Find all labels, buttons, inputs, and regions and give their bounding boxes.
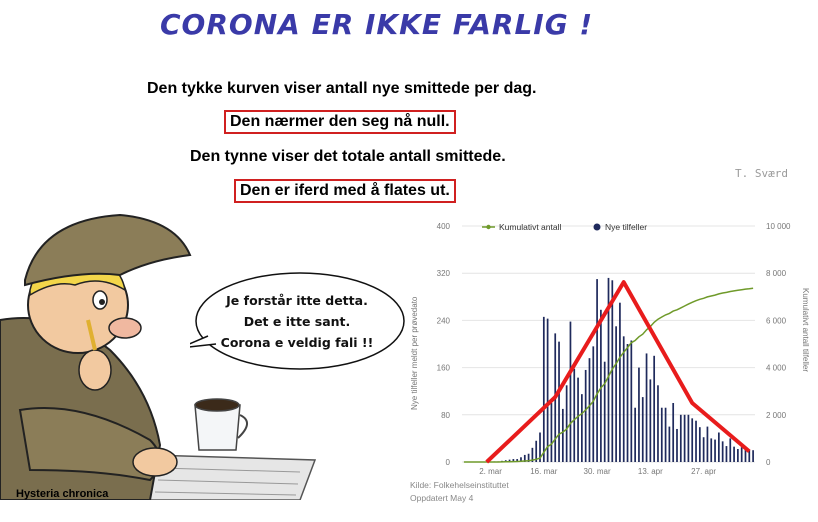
bar-series-new-cases xyxy=(493,277,754,462)
bar-new-cases xyxy=(733,446,735,462)
bar-new-cases xyxy=(558,341,560,462)
bar-new-cases xyxy=(737,449,739,462)
bar-new-cases xyxy=(717,432,720,462)
bar-new-cases xyxy=(710,438,713,462)
bar-new-cases xyxy=(695,420,697,462)
bar-new-cases xyxy=(664,407,667,462)
bar-new-cases xyxy=(653,355,656,462)
covid-cases-chart: 0 80 160 240 320 400 0 2 000 4 000 6 000 8 000 10 … xyxy=(410,222,810,476)
bar-new-cases xyxy=(569,321,572,462)
bar-new-cases xyxy=(577,377,579,462)
speech-line: Je forstår itte detta. xyxy=(226,293,368,308)
bar-new-cases xyxy=(698,427,701,462)
bar-new-cases xyxy=(592,346,595,462)
bar-new-cases xyxy=(740,447,743,462)
right-tick-label: 4 000 xyxy=(766,364,787,373)
legend-swatch-new-cases xyxy=(593,223,601,231)
bar-new-cases xyxy=(706,426,709,462)
bar-new-cases xyxy=(630,340,633,462)
bar-new-cases xyxy=(550,403,553,462)
caption-approaching-zero: Den nærmer den seg nå null. xyxy=(224,110,456,134)
bar-new-cases xyxy=(596,279,598,462)
cartoon-caption: Hysteria chronica xyxy=(16,488,109,500)
chart-updated: Oppdatert May 4 xyxy=(410,493,474,503)
bar-new-cases xyxy=(638,367,640,462)
bar-new-cases xyxy=(660,407,663,462)
bar-new-cases xyxy=(581,394,583,462)
bar-new-cases xyxy=(721,441,724,462)
bar-new-cases xyxy=(565,385,568,462)
bar-new-cases xyxy=(725,446,728,462)
speech-line: Det e itte sant. xyxy=(243,314,351,329)
right-tick-label: 8 000 xyxy=(766,269,787,278)
bar-new-cases xyxy=(615,326,617,462)
bar-new-cases xyxy=(649,379,652,462)
bar-new-cases xyxy=(714,439,716,462)
bar-new-cases xyxy=(542,316,545,462)
chart-source: Kilde: Folkehelseinstituttet xyxy=(410,480,509,490)
bar-new-cases xyxy=(676,428,678,462)
overlay-trend-line xyxy=(485,280,751,464)
bar-new-cases xyxy=(546,318,549,462)
bar-new-cases xyxy=(683,414,686,462)
caption-thin-curve: Den tynne viser det totale antall smitte… xyxy=(190,148,506,165)
bar-new-cases xyxy=(687,414,690,462)
right-tick-label: 6 000 xyxy=(766,316,787,325)
left-tick-label: 80 xyxy=(441,411,450,420)
x-tick-label: 30. mar xyxy=(584,467,611,476)
bar-new-cases xyxy=(702,437,705,462)
bar-new-cases xyxy=(657,385,659,462)
bar-new-cases xyxy=(641,397,644,462)
x-tick-label: 2. mar xyxy=(479,467,502,476)
bar-new-cases xyxy=(561,408,564,462)
bar-new-cases xyxy=(672,403,675,462)
bar-new-cases xyxy=(603,361,606,462)
bar-new-cases xyxy=(626,344,629,462)
legend: Kumulativt antall Nye tilfeller xyxy=(482,222,647,232)
caption-thick-curve: Den tykke kurven viser antall nye smitte… xyxy=(147,80,537,97)
x-tick-label: 16. mar xyxy=(530,467,557,476)
bar-new-cases xyxy=(634,407,636,462)
bar-new-cases xyxy=(600,309,602,462)
right-axis-ticks: 0 2 000 4 000 6 000 8 000 10 000 xyxy=(766,222,791,467)
x-axis-ticks: 2. mar 16. mar 30. mar 13. apr 27. apr xyxy=(479,467,716,476)
legend-swatch-cumulative-dot xyxy=(486,224,491,230)
bar-new-cases xyxy=(619,302,621,462)
artist-signature: T. Sværd xyxy=(735,167,788,180)
bar-new-cases xyxy=(729,438,732,462)
right-tick-label: 2 000 xyxy=(766,411,787,420)
page-title: CORONA ER IKKE FARLIG ! xyxy=(160,8,594,41)
legend-label-new-cases[interactable]: Nye tilfeller xyxy=(605,222,647,232)
left-tick-label: 400 xyxy=(437,222,451,231)
x-tick-label: 27. apr xyxy=(691,467,716,476)
left-tick-label: 0 xyxy=(446,458,451,467)
speech-bubble-text: Je forstår itte detta. Det e itte sant. … xyxy=(192,290,402,353)
bar-new-cases xyxy=(691,418,694,462)
bar-new-cases xyxy=(573,368,576,462)
bar-new-cases xyxy=(679,414,682,462)
bar-new-cases xyxy=(645,353,648,462)
bar-new-cases xyxy=(752,450,754,462)
right-axis-label: Kumulativt antall tilfeller xyxy=(801,288,810,372)
bar-new-cases xyxy=(668,426,671,462)
left-tick-label: 320 xyxy=(437,269,451,278)
right-tick-label: 0 xyxy=(766,458,771,467)
right-tick-label: 10 000 xyxy=(766,222,791,231)
bar-new-cases xyxy=(622,336,625,462)
bar-new-cases xyxy=(584,369,587,462)
bar-new-cases xyxy=(588,358,591,462)
speech-line: Corona e veldig fali !! xyxy=(220,335,374,350)
left-tick-label: 240 xyxy=(437,316,451,325)
left-axis-label: Nye tilfeller meldt per prøvedato xyxy=(410,296,419,410)
legend-label-cumulative[interactable]: Kumulativt antall xyxy=(499,222,561,232)
left-tick-label: 160 xyxy=(437,364,451,373)
left-axis-ticks: 0 80 160 240 320 400 xyxy=(437,222,451,467)
x-tick-label: 13. apr xyxy=(638,467,663,476)
